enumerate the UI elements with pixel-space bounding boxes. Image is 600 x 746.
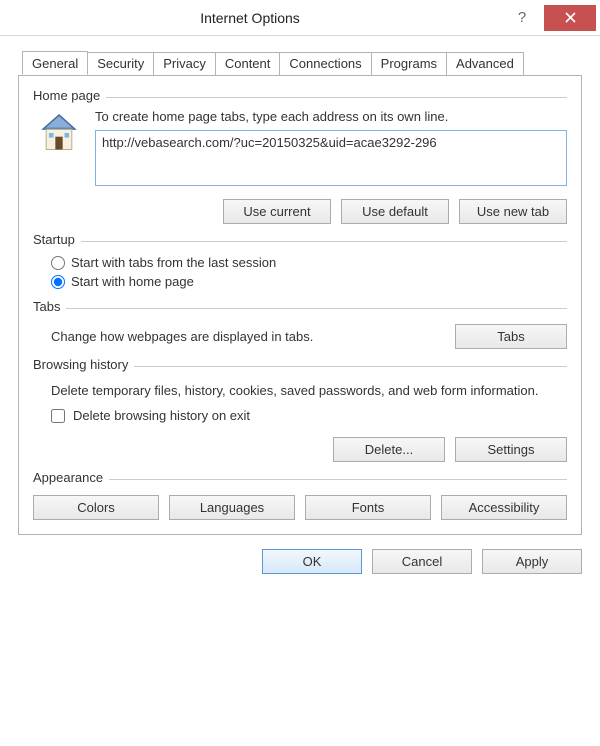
apply-button[interactable]: Apply bbox=[482, 549, 582, 574]
use-default-button[interactable]: Use default bbox=[341, 199, 449, 224]
accessibility-button[interactable]: Accessibility bbox=[441, 495, 567, 520]
tabs-desc: Change how webpages are displayed in tab… bbox=[51, 329, 445, 344]
startup-last-session-option[interactable]: Start with tabs from the last session bbox=[33, 253, 567, 272]
languages-button[interactable]: Languages bbox=[169, 495, 295, 520]
delete-button[interactable]: Delete... bbox=[333, 437, 445, 462]
group-label-startup: Startup bbox=[33, 232, 75, 247]
group-appearance: Appearance Colors Languages Fonts Access… bbox=[33, 470, 567, 520]
titlebar: Internet Options ? bbox=[0, 0, 600, 36]
startup-home-page-label: Start with home page bbox=[71, 274, 194, 289]
tab-content[interactable]: Content bbox=[215, 52, 281, 75]
delete-on-exit-label: Delete browsing history on exit bbox=[73, 408, 250, 423]
tab-programs[interactable]: Programs bbox=[371, 52, 447, 75]
tab-panel-general: Home page To create home page tabs, type… bbox=[18, 75, 582, 535]
group-label-homepage: Home page bbox=[33, 88, 100, 103]
close-icon bbox=[565, 12, 576, 23]
group-browsing-history: Browsing history Delete temporary files,… bbox=[33, 357, 567, 462]
delete-on-exit-option[interactable]: Delete browsing history on exit bbox=[33, 408, 567, 423]
startup-last-session-label: Start with tabs from the last session bbox=[71, 255, 276, 270]
group-homepage: Home page To create home page tabs, type… bbox=[33, 88, 567, 224]
tab-strip: General Security Privacy Content Connect… bbox=[22, 52, 582, 75]
dialog-buttons: OK Cancel Apply bbox=[0, 535, 600, 588]
help-icon[interactable]: ? bbox=[500, 5, 544, 31]
startup-home-page-option[interactable]: Start with home page bbox=[33, 272, 567, 291]
ok-button[interactable]: OK bbox=[262, 549, 362, 574]
startup-home-page-radio[interactable] bbox=[51, 275, 65, 289]
startup-last-session-radio[interactable] bbox=[51, 256, 65, 270]
group-label-tabs: Tabs bbox=[33, 299, 60, 314]
tab-privacy[interactable]: Privacy bbox=[153, 52, 216, 75]
homepage-desc: To create home page tabs, type each addr… bbox=[95, 109, 567, 124]
tab-general[interactable]: General bbox=[22, 51, 88, 75]
homepage-input[interactable] bbox=[95, 130, 567, 186]
tab-advanced[interactable]: Advanced bbox=[446, 52, 524, 75]
use-new-tab-button[interactable]: Use new tab bbox=[459, 199, 567, 224]
colors-button[interactable]: Colors bbox=[33, 495, 159, 520]
group-tabs: Tabs Change how webpages are displayed i… bbox=[33, 299, 567, 349]
fonts-button[interactable]: Fonts bbox=[305, 495, 431, 520]
group-label-appearance: Appearance bbox=[33, 470, 103, 485]
group-startup: Startup Start with tabs from the last se… bbox=[33, 232, 567, 291]
cancel-button[interactable]: Cancel bbox=[372, 549, 472, 574]
settings-button[interactable]: Settings bbox=[455, 437, 567, 462]
delete-on-exit-checkbox[interactable] bbox=[51, 409, 65, 423]
tabs-button[interactable]: Tabs bbox=[455, 324, 567, 349]
use-current-button[interactable]: Use current bbox=[223, 199, 331, 224]
group-label-browsing-history: Browsing history bbox=[33, 357, 128, 372]
tab-connections[interactable]: Connections bbox=[279, 52, 371, 75]
close-button[interactable] bbox=[544, 5, 596, 31]
window-title: Internet Options bbox=[0, 10, 500, 26]
home-icon bbox=[37, 111, 81, 155]
tab-security[interactable]: Security bbox=[87, 52, 154, 75]
browsing-history-desc: Delete temporary files, history, cookies… bbox=[33, 378, 567, 408]
